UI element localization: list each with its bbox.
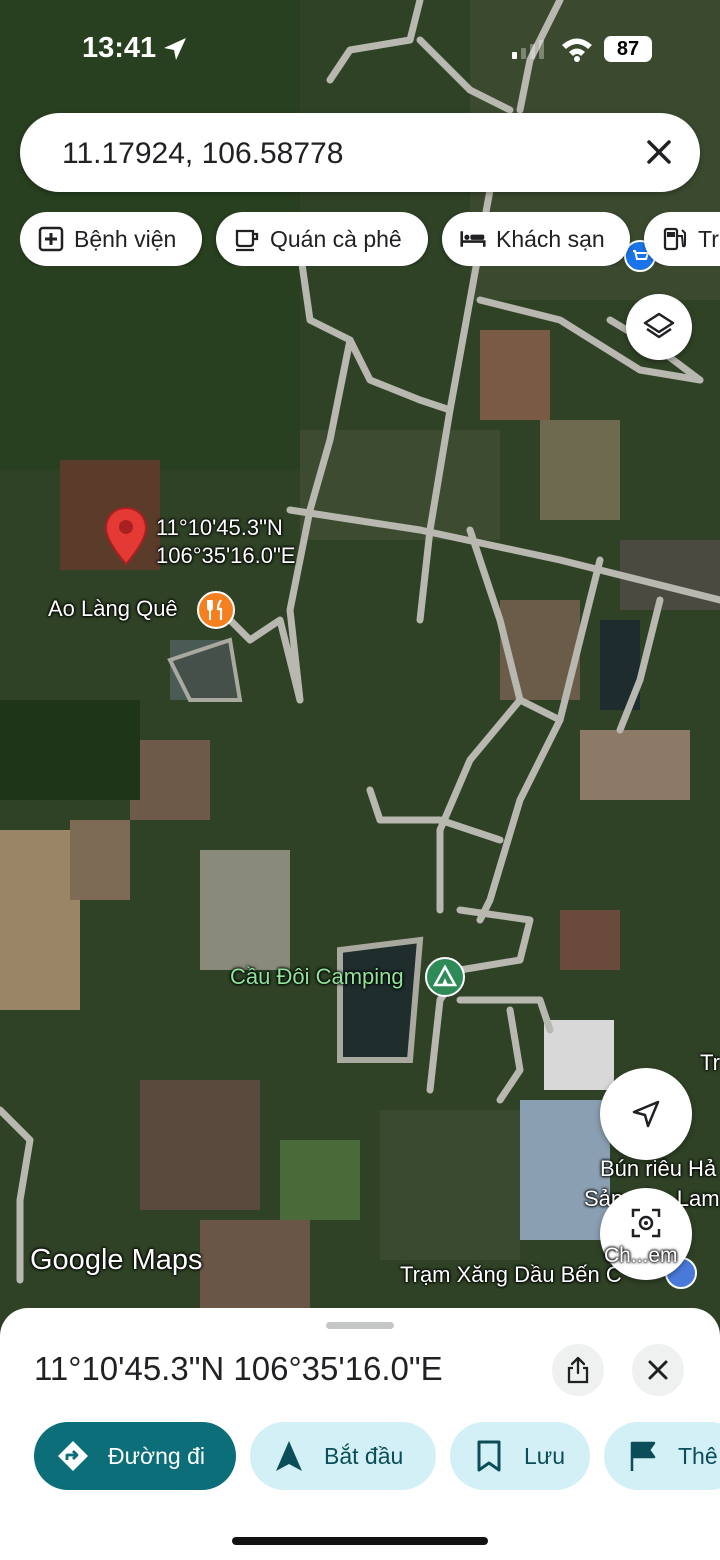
save-button[interactable]: Lưu [450, 1422, 590, 1490]
bottom-sheet: 11°10'45.3"N 106°35'16.0"E Đường đi Bắt … [0, 1308, 720, 1560]
directions-button[interactable]: Đường đi [34, 1422, 236, 1490]
share-icon [567, 1356, 589, 1384]
bookmark-icon [477, 1440, 501, 1472]
status-time: 13:41 [82, 32, 157, 64]
flag-icon [630, 1441, 656, 1471]
layers-button[interactable] [626, 294, 692, 360]
restaurant-icon[interactable] [196, 590, 236, 630]
chip-hospital[interactable]: Bệnh viện [20, 212, 202, 266]
search-query[interactable]: 11.17924, 106.58778 [62, 137, 343, 171]
pin-latitude: 11°10'45.3"N [156, 515, 283, 540]
chip-label: Tr [698, 225, 719, 252]
share-button[interactable] [552, 1344, 604, 1396]
home-indicator[interactable] [232, 1537, 488, 1545]
place-label-cau-doi-camping[interactable]: Cầu Đôi Camping [230, 964, 404, 990]
navigation-start-icon [276, 1441, 302, 1471]
place-label-ao-lang-que[interactable]: Ao Làng Quê [48, 596, 178, 622]
close-icon [648, 1360, 668, 1380]
chip-gas-station[interactable]: Tr [644, 212, 720, 266]
battery-indicator: 87 [604, 36, 652, 62]
place-label-tram-xang[interactable]: Trạm Xăng Dầu Bến C [400, 1262, 622, 1288]
coffee-icon [235, 229, 259, 252]
place-label-tr[interactable]: Tr [700, 1050, 720, 1076]
clear-search-icon[interactable] [642, 135, 676, 169]
more-button[interactable]: Thê [604, 1422, 720, 1490]
location-pin-icon[interactable] [104, 506, 148, 568]
layers-icon [643, 312, 675, 339]
search-box[interactable]: 11.17924, 106.58778 [20, 113, 700, 192]
place-label-bun-rieu[interactable]: Bún riêu Hả [600, 1156, 716, 1182]
start-button[interactable]: Bắt đầu [250, 1422, 436, 1490]
bed-icon [460, 231, 486, 247]
chip-label: Bệnh viện [74, 225, 177, 252]
fuel-icon [663, 227, 686, 251]
chip-cafe[interactable]: Quán cà phê [216, 212, 428, 266]
lens-label[interactable]: Ch...em [604, 1244, 678, 1268]
location-services-icon [164, 38, 186, 60]
close-sheet-button[interactable] [632, 1344, 684, 1396]
action-buttons: Đường đi Bắt đầu Lưu Thê [0, 1422, 720, 1490]
hospital-icon [38, 226, 64, 252]
google-maps-watermark: Google Maps [30, 1244, 203, 1276]
action-label: Bắt đầu [324, 1442, 404, 1469]
cellular-signal-icon [512, 40, 544, 59]
action-label: Lưu [524, 1442, 565, 1469]
camera-search-icon [631, 1208, 661, 1238]
action-label: Thê [678, 1442, 718, 1469]
chip-label: Quán cà phê [270, 225, 402, 252]
action-label: Đường đi [108, 1442, 205, 1469]
drag-handle[interactable] [326, 1322, 394, 1329]
navigation-arrow-icon [632, 1100, 660, 1128]
camping-icon[interactable] [424, 956, 466, 998]
pin-coordinates: 11°10'45.3"N 106°35'16.0"E [156, 514, 295, 570]
directions-icon [58, 1441, 88, 1471]
pin-longitude: 106°35'16.0"E [156, 543, 296, 568]
my-location-button[interactable] [600, 1068, 692, 1160]
chip-label: Khách sạn [496, 225, 605, 252]
category-chips: Bệnh viện Quán cà phê Khách sạn Tr [20, 212, 720, 266]
chip-hotel[interactable]: Khách sạn [442, 212, 630, 266]
wifi-icon [562, 38, 592, 62]
place-title: 11°10'45.3"N 106°35'16.0"E [34, 1350, 443, 1387]
status-bar: 13:41 87 [0, 0, 720, 100]
